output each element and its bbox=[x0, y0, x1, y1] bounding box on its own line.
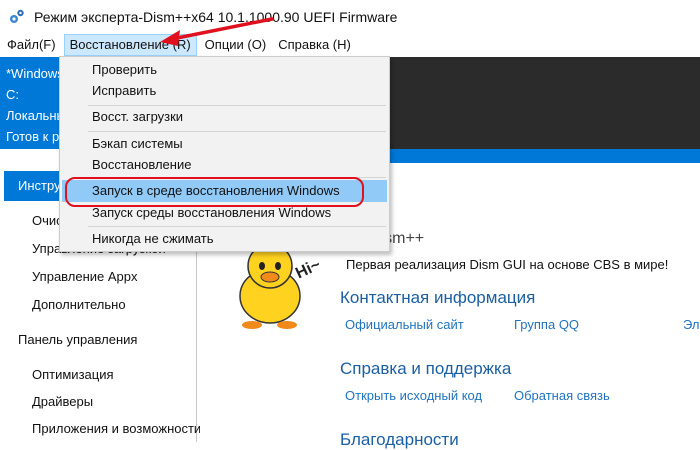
sidebar-section-control-panel[interactable]: Панель управления bbox=[18, 332, 137, 347]
menu-recovery[interactable]: Восстановление (R) bbox=[63, 34, 197, 56]
mascot-greeting: Hi~ bbox=[293, 256, 323, 282]
help-title: Справка и поддержка bbox=[340, 359, 512, 378]
menu-item-repair[interactable]: Исправить bbox=[62, 80, 387, 102]
sidebar-item-advanced[interactable]: Дополнительно bbox=[32, 297, 126, 312]
menu-help[interactable]: Справка (H) bbox=[273, 34, 356, 56]
tagline: Первая реализация Dism GUI на основе CBS… bbox=[346, 257, 669, 272]
menu-item-restore[interactable]: Восстановление bbox=[62, 154, 387, 176]
contact-title: Контактная информация bbox=[340, 288, 536, 307]
menu-separator bbox=[88, 131, 386, 132]
link-qq-group[interactable]: Группа QQ bbox=[514, 317, 579, 332]
sidebar-item-apps[interactable]: Приложения и возможности bbox=[32, 421, 201, 436]
link-official-site[interactable]: Официальный сайт bbox=[345, 317, 464, 332]
thanks-title: Благодарности bbox=[340, 430, 459, 449]
sidebar-item-drivers[interactable]: Драйверы bbox=[32, 394, 93, 409]
title-bar: Режим эксперта-Dism++x64 10.1.1000.90 UE… bbox=[0, 0, 700, 33]
sidebar-item-optimization[interactable]: Оптимизация bbox=[32, 367, 114, 382]
menu-item-never-compress[interactable]: Никогда не сжимать bbox=[62, 228, 387, 250]
menu-item-system-backup[interactable]: Бэкап системы bbox=[62, 133, 387, 155]
menu-options[interactable]: Опции (O) bbox=[200, 34, 272, 56]
menu-file[interactable]: Файл(F) bbox=[2, 34, 61, 56]
window-title: Режим эксперта-Dism++x64 10.1.1000.90 UE… bbox=[34, 8, 398, 25]
recovery-dropdown-menu: Проверить Исправить Восст. загрузки Бэка… bbox=[59, 56, 390, 252]
highlight-callout bbox=[65, 177, 364, 207]
link-email[interactable]: Эл bbox=[683, 317, 700, 332]
menu-item-check[interactable]: Проверить bbox=[62, 59, 387, 81]
link-source-code[interactable]: Открыть исходный код bbox=[345, 388, 482, 403]
menu-bar: Файл(F) Восстановление (R) Опции (O) Спр… bbox=[0, 33, 700, 57]
link-feedback[interactable]: Обратная связь bbox=[514, 388, 610, 403]
menu-separator bbox=[88, 226, 386, 227]
gear-app-icon bbox=[10, 9, 24, 23]
sidebar-item-appx[interactable]: Управление Appx bbox=[32, 269, 138, 284]
menu-item-boot-repair[interactable]: Восст. загрузки bbox=[62, 106, 387, 128]
